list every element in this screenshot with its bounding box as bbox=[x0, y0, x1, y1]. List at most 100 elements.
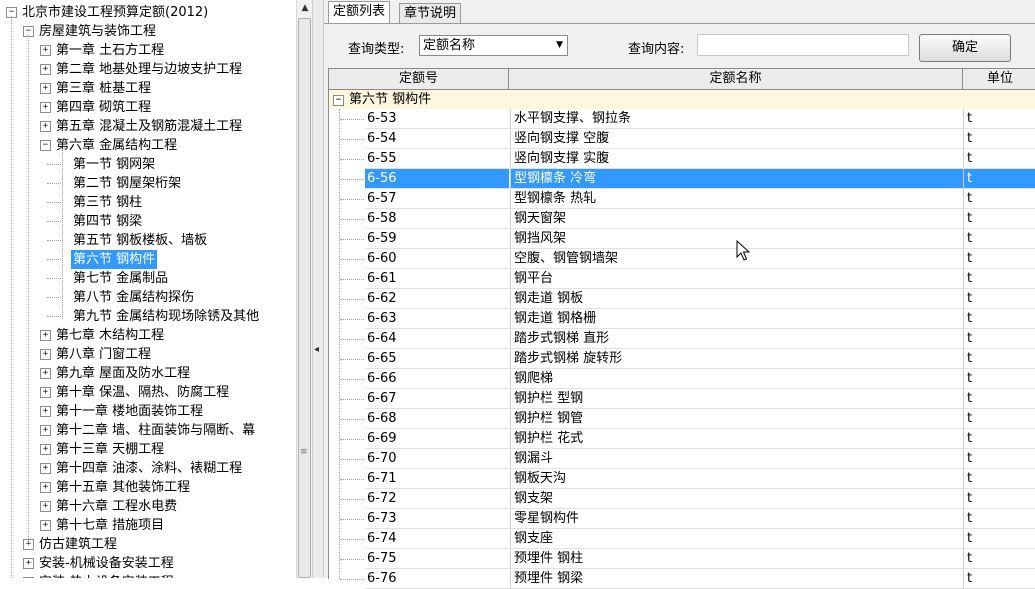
dropdown-arrow-icon[interactable]: ▼ bbox=[556, 36, 563, 55]
tree-item[interactable]: 第九节 金属结构现场除锈及其他 bbox=[0, 307, 296, 326]
table-row[interactable]: 6-64 踏步式钢梯 直形 t bbox=[329, 329, 1035, 349]
tab-chapter-notes[interactable]: 章节说明 bbox=[399, 3, 462, 23]
tree-item[interactable]: 第三节 钢柱 bbox=[0, 193, 296, 212]
table-row[interactable]: 6-73 零星钢构件 t bbox=[329, 509, 1035, 529]
table-row[interactable]: 6-56 型钢檩条 冷弯 t bbox=[329, 169, 1035, 189]
tree-item[interactable]: + 第十二章 墙、柱面装饰与隔断、幕 bbox=[0, 421, 296, 440]
tree-scroll-thumb[interactable] bbox=[298, 18, 311, 578]
tree-item[interactable]: + 第三章 桩基工程 bbox=[0, 79, 296, 98]
expand-icon[interactable]: + bbox=[40, 501, 51, 512]
tree-item[interactable]: 第六节 钢构件 bbox=[0, 250, 296, 269]
expand-icon[interactable]: + bbox=[40, 463, 51, 474]
tree-item[interactable]: 第四节 钢梁 bbox=[0, 212, 296, 231]
tree-item-label: 第十二章 墙、柱面装饰与隔断、幕 bbox=[56, 423, 256, 438]
table-row[interactable]: 6-75 预埋件 钢柱 t bbox=[329, 549, 1035, 569]
tree-item[interactable]: + 第十四章 油漆、涂料、裱糊工程 bbox=[0, 459, 296, 478]
tree-item[interactable]: 第五节 钢板楼板、墙板 bbox=[0, 231, 296, 250]
tree-item[interactable]: − 房屋建筑与装饰工程 bbox=[0, 22, 296, 41]
table-row[interactable]: 6-62 钢走道 钢板 t bbox=[329, 289, 1035, 309]
table-row[interactable]: 6-76 预埋件 钢梁 t bbox=[329, 569, 1035, 589]
cell-name: 钢板天沟 bbox=[510, 469, 963, 489]
tree-item[interactable]: 第一节 钢网架 bbox=[0, 155, 296, 174]
expand-icon[interactable]: + bbox=[40, 45, 51, 56]
table-row[interactable]: 6-67 钢护栏 型钢 t bbox=[329, 389, 1035, 409]
tree-item[interactable]: − 第六章 金属结构工程 bbox=[0, 136, 296, 155]
expand-icon[interactable]: + bbox=[40, 83, 51, 94]
table-row[interactable]: 6-72 钢支架 t bbox=[329, 489, 1035, 509]
tree-item[interactable]: + 第十六章 工程水电费 bbox=[0, 497, 296, 516]
table-row[interactable]: 6-69 钢护栏 花式 t bbox=[329, 429, 1035, 449]
table-row[interactable]: 6-55 竖向钢支撑 实腹 t bbox=[329, 149, 1035, 169]
tree-item[interactable]: + 第五章 混凝土及钢筋混凝土工程 bbox=[0, 117, 296, 136]
expand-icon[interactable]: + bbox=[40, 444, 51, 455]
tree-item[interactable]: − 北京市建设工程预算定额(2012) bbox=[0, 3, 296, 22]
tree-connector bbox=[47, 259, 61, 260]
table-row[interactable]: 6-63 钢走道 钢格栅 t bbox=[329, 309, 1035, 329]
tree-item[interactable]: +安装-热力设备安装工程 bbox=[0, 573, 296, 578]
scroll-up-arrow-icon[interactable]: ▲ bbox=[297, 0, 313, 17]
group-row[interactable]: − 第六节 钢构件 bbox=[329, 90, 1035, 109]
expand-icon[interactable]: + bbox=[40, 330, 51, 341]
cell-name: 型钢檩条 热轧 bbox=[510, 189, 963, 209]
tree-item[interactable]: + 第十三章 天棚工程 bbox=[0, 440, 296, 459]
table-row[interactable]: 6-70 钢漏斗 t bbox=[329, 449, 1035, 469]
cell-unit: t bbox=[963, 249, 1035, 269]
tree-item[interactable]: 第八节 金属结构探伤 bbox=[0, 288, 296, 307]
collapse-icon[interactable]: − bbox=[333, 95, 344, 106]
tree-item[interactable]: + 第十一章 楼地面装饰工程 bbox=[0, 402, 296, 421]
tab-quota-list[interactable]: 定额列表 bbox=[328, 1, 391, 24]
header-code[interactable]: 定额号 bbox=[329, 69, 509, 89]
expand-icon[interactable]: + bbox=[40, 406, 51, 417]
cell-name: 钢支座 bbox=[510, 529, 963, 549]
table-row[interactable]: 6-74 钢支座 t bbox=[329, 529, 1035, 549]
tree-item[interactable]: 第七节 金属制品 bbox=[0, 269, 296, 288]
tree-scrollbar[interactable]: ▲ ≡ bbox=[296, 0, 312, 578]
table-row[interactable]: 6-66 钢爬梯 t bbox=[329, 369, 1035, 389]
tree-item-label: 第二节 钢屋架桁架 bbox=[73, 176, 182, 191]
table-row[interactable]: 6-58 钢天窗架 t bbox=[329, 209, 1035, 229]
expand-icon[interactable]: + bbox=[23, 558, 34, 569]
expand-icon[interactable]: + bbox=[40, 368, 51, 379]
table-row[interactable]: 6-61 钢平台 t bbox=[329, 269, 1035, 289]
table-row[interactable]: 6-65 踏步式钢梯 旋转形 t bbox=[329, 349, 1035, 369]
expand-icon[interactable]: + bbox=[40, 482, 51, 493]
table-row[interactable]: 6-68 钢护栏 钢管 t bbox=[329, 409, 1035, 429]
tree-item[interactable]: 第二节 钢屋架桁架 bbox=[0, 174, 296, 193]
confirm-button[interactable]: 确定 bbox=[919, 34, 1011, 62]
header-unit[interactable]: 单位 bbox=[963, 69, 1035, 89]
tree-item[interactable]: + 第九章 屋面及防水工程 bbox=[0, 364, 296, 383]
collapse-icon[interactable]: − bbox=[40, 140, 51, 151]
tree-item[interactable]: + 第八章 门窗工程 bbox=[0, 345, 296, 364]
expand-icon[interactable]: + bbox=[40, 349, 51, 360]
expand-icon[interactable]: + bbox=[40, 64, 51, 75]
table-row[interactable]: 6-59 钢挡风架 t bbox=[329, 229, 1035, 249]
collapse-left-icon[interactable]: ◂ bbox=[314, 344, 319, 355]
tree-item[interactable]: + 第十七章 措施项目 bbox=[0, 516, 296, 535]
tree-item[interactable]: + 安装-机械设备安装工程 bbox=[0, 554, 296, 573]
expand-icon[interactable]: + bbox=[40, 520, 51, 531]
panel-splitter[interactable]: ◂ bbox=[312, 0, 324, 578]
table-row[interactable]: 6-57 型钢檩条 热轧 t bbox=[329, 189, 1035, 209]
table-row[interactable]: 6-71 钢板天沟 t bbox=[329, 469, 1035, 489]
tree-item[interactable]: + 仿古建筑工程 bbox=[0, 535, 296, 554]
expand-icon[interactable]: + bbox=[40, 387, 51, 398]
tree-item-label: 仿古建筑工程 bbox=[39, 537, 118, 552]
grid-tree-connector bbox=[340, 299, 364, 300]
table-row[interactable]: 6-53 水平钢支撑、钢拉条 t bbox=[329, 109, 1035, 129]
table-row[interactable]: 6-54 竖向钢支撑 空腹 t bbox=[329, 129, 1035, 149]
tree-item[interactable]: + 第七章 木结构工程 bbox=[0, 326, 296, 345]
tree-item[interactable]: + 第十五章 其他装饰工程 bbox=[0, 478, 296, 497]
tree-item[interactable]: + 第十章 保温、隔热、防腐工程 bbox=[0, 383, 296, 402]
expand-icon[interactable]: + bbox=[40, 121, 51, 132]
tree-item[interactable]: + 第四章 砌筑工程 bbox=[0, 98, 296, 117]
tree-item[interactable]: + 第一章 土石方工程 bbox=[0, 41, 296, 60]
tree-item[interactable]: + 第二章 地基处理与边坡支护工程 bbox=[0, 60, 296, 79]
table-row[interactable]: 6-60 空腹、钢管钢墙架 t bbox=[329, 249, 1035, 269]
expand-icon[interactable]: + bbox=[40, 102, 51, 113]
query-content-input[interactable] bbox=[697, 34, 909, 56]
query-type-select[interactable]: 定额名称 ▼ bbox=[419, 35, 568, 56]
expand-icon[interactable]: + bbox=[40, 425, 51, 436]
chapter-tree[interactable]: − 北京市建设工程预算定额(2012) − 房屋建筑与装饰工程 + 第一章 土石方工程 + 第… bbox=[0, 0, 296, 578]
tree-connector bbox=[11, 16, 12, 578]
header-name[interactable]: 定额名称 bbox=[509, 69, 963, 89]
